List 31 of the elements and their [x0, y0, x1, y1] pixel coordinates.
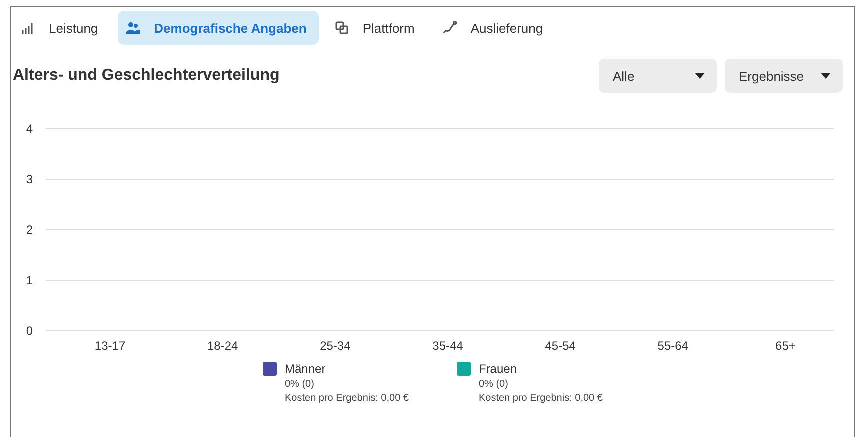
- tab[interactable]: Plattform: [326, 11, 427, 45]
- legend-cost: Kosten pro Ergebnis: 0,00 €: [478, 393, 603, 404]
- legend-share: 0% (0): [478, 379, 510, 390]
- tab[interactable]: Leistung: [13, 11, 110, 45]
- caret-icon: [695, 73, 705, 79]
- y-axis-label: 1: [26, 274, 33, 288]
- tab[interactable]: Demografische Angaben: [118, 11, 319, 45]
- y-axis-label: 0: [26, 324, 33, 338]
- x-axis-label: 65+: [776, 339, 796, 353]
- x-axis-label: 25-34: [320, 339, 351, 353]
- squares-icon: [334, 21, 349, 35]
- dropdown[interactable]: Ergebnisse: [725, 59, 843, 93]
- bar-chart-icon: [21, 21, 35, 35]
- x-axis-label: 18-24: [208, 339, 238, 353]
- y-axis-label: 4: [26, 122, 33, 136]
- dropdown[interactable]: Alle: [599, 59, 717, 93]
- y-axis-label: 3: [26, 172, 33, 186]
- caret-icon: [821, 73, 831, 79]
- x-axis-label: 13-17: [94, 339, 126, 353]
- x-axis-label: 45-54: [545, 339, 576, 353]
- legend-cost: Kosten pro Ergebnis: 0,00 €: [285, 393, 409, 404]
- legend-label: Frauen: [478, 362, 518, 376]
- x-axis-label: 55-64: [658, 339, 688, 353]
- legend-share: 0% (0): [285, 379, 316, 390]
- chart-title: Alters- und Geschlechterverteilung: [13, 67, 281, 85]
- tab[interactable]: Auslieferung: [434, 11, 556, 45]
- route-icon: [442, 21, 457, 35]
- people-icon: [126, 21, 140, 35]
- y-axis-label: 2: [26, 223, 33, 237]
- legend-label: Männer: [285, 362, 327, 376]
- x-axis-label: 35-44: [432, 339, 464, 353]
